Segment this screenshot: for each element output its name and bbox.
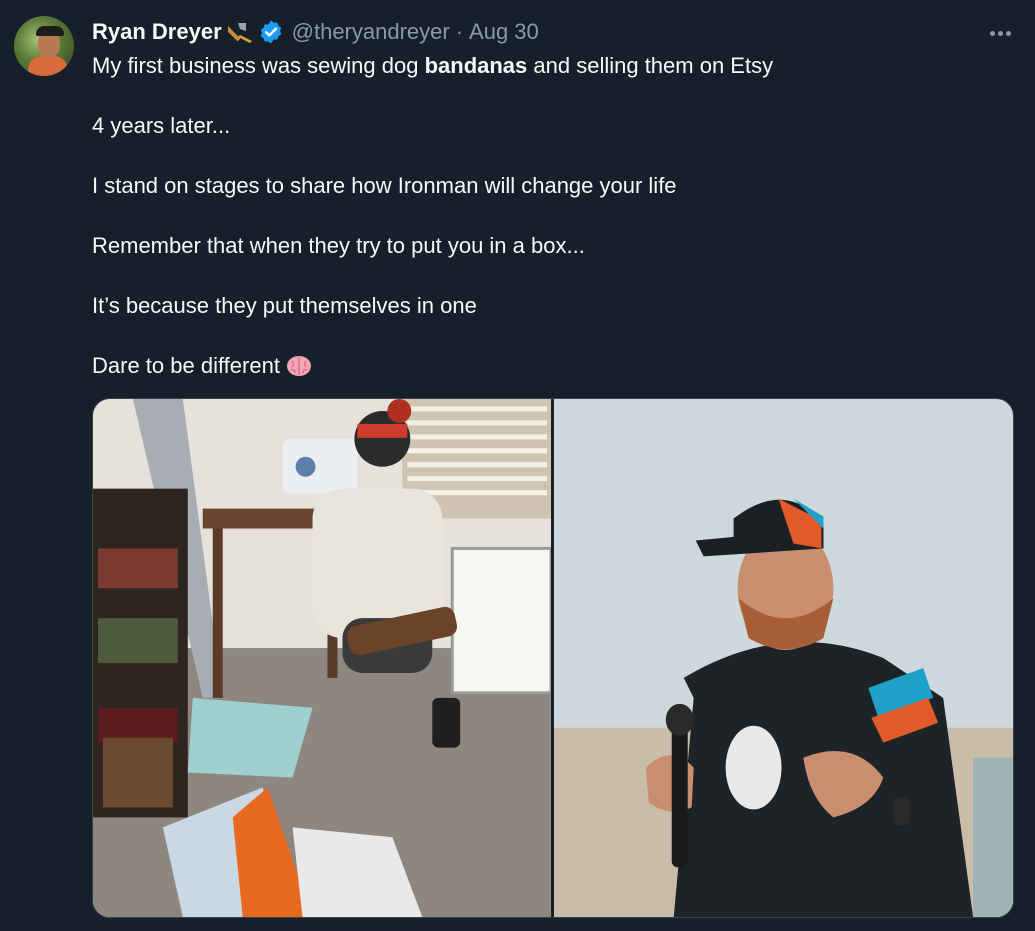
sewing-at-desk-photo[interactable] — [93, 399, 551, 917]
tweet-line: Remember that when they try to put you i… — [92, 233, 585, 258]
more-options-icon[interactable] — [984, 20, 1016, 46]
separator: · — [455, 19, 464, 44]
bold-word: bandanas — [424, 53, 528, 78]
speaking-with-microphone-photo[interactable] — [554, 399, 1013, 917]
author-handle[interactable]: @theryandreyer — [292, 19, 450, 45]
author-name[interactable]: Ryan Dreyer — [92, 19, 222, 45]
brain-emoji-icon — [286, 355, 312, 385]
tweet-text: My first business was sewing dog bandana… — [92, 51, 992, 411]
tweet-line: I stand on stages to share how Ironman w… — [92, 173, 677, 198]
tweet: Ryan Dreyer @theryandreyer · Aug 30 My f… — [0, 0, 1035, 931]
tweet-date[interactable]: Aug 30 — [469, 19, 539, 45]
tweet-header: Ryan Dreyer @theryandreyer · Aug 30 — [92, 18, 539, 46]
tweet-line: Dare to be different — [92, 351, 992, 381]
tweet-media — [92, 398, 1014, 918]
tweet-line: 4 years later... — [92, 113, 231, 138]
verified-badge-icon — [258, 19, 284, 45]
axe-icon — [223, 21, 254, 43]
tweet-line: It’s because they put themselves in one — [92, 293, 477, 318]
tweet-line: My first business was sewing dog bandana… — [92, 53, 774, 78]
avatar[interactable] — [14, 16, 74, 76]
